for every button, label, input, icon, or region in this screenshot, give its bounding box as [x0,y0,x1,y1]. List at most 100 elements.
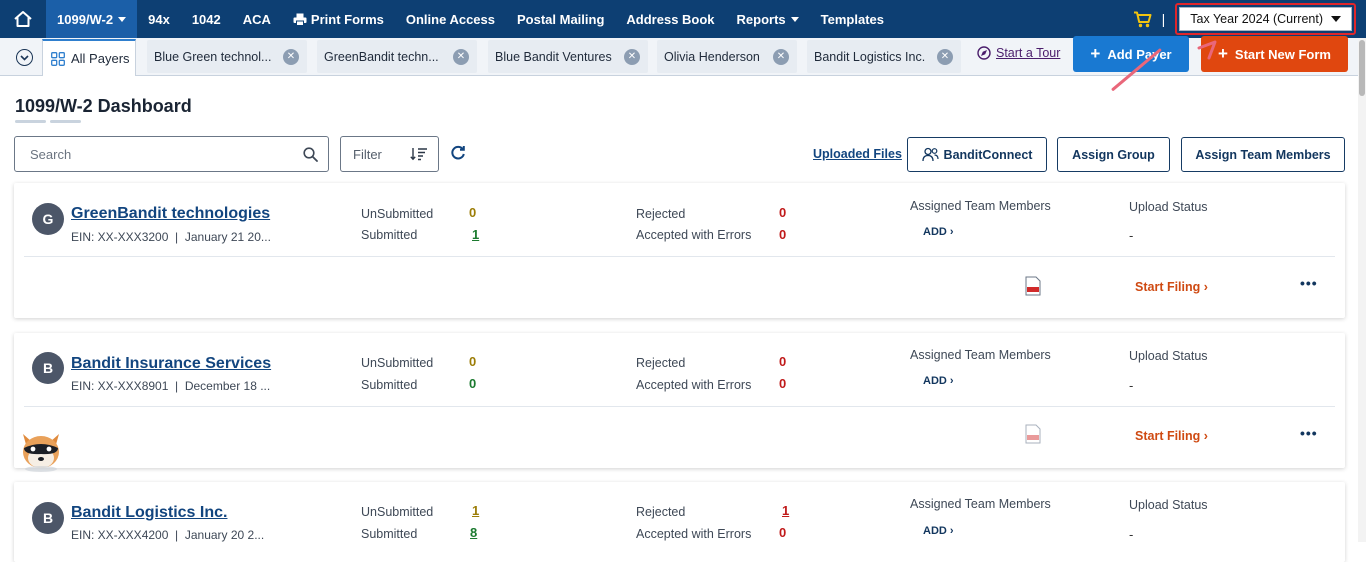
bandit-connect-button[interactable]: BanditConnect [907,137,1047,172]
add-team-member-link[interactable]: ADD › [923,375,954,387]
card-divider [24,406,1335,407]
payer-card: B Bandit Insurance Services EIN: XX-XXX8… [14,333,1345,468]
tax-year-label: Tax Year 2024 (Current) [1190,12,1323,26]
add-team-member-link[interactable]: ADD › [923,226,954,238]
filter-label: Filter [353,146,382,162]
nav-online-access[interactable]: Online Access [395,0,506,38]
home-button[interactable] [0,0,46,38]
refresh-icon[interactable] [450,145,466,161]
submitted-count-link[interactable]: 1 [472,227,479,242]
accepted-errors-label: Accepted with Errors [636,527,752,541]
close-icon[interactable]: ✕ [453,48,469,65]
tab-payer-5[interactable]: Bandit Logistics Inc. ✕ [807,40,961,73]
chevron-down-icon [1331,16,1341,22]
nav-postal-mailing[interactable]: Postal Mailing [506,0,615,38]
nav-1099-w2-label: 1099/W-2 [57,11,114,27]
pdf-icon[interactable] [1025,276,1041,296]
payer-ein: EIN: XX-XXX8901 [71,379,169,393]
scrollbar-thumb[interactable] [1359,40,1365,96]
tour-icon [977,46,991,60]
nav-1099-w2[interactable]: 1099/W-2 [46,0,138,38]
add-label: ADD [923,525,947,537]
rejected-label: Rejected [636,356,686,370]
nav-94x[interactable]: 94x [137,0,181,38]
nav-print-forms-label: Print Forms [310,11,384,27]
assigned-team-members-label: Assigned Team Members [910,497,1051,511]
assigned-team-members-label: Assigned Team Members [910,348,1051,362]
start-new-form-label: Start New Form [1234,46,1331,62]
submitted-count-link[interactable]: 8 [470,525,477,540]
add-team-member-link[interactable]: ADD › [923,525,954,537]
nav-address-book[interactable]: Address Book [615,0,725,38]
accepted-errors-label: Accepted with Errors [636,378,752,392]
start-new-form-button[interactable]: + Start New Form [1201,36,1348,72]
nav-reports-label: Reports [736,11,786,27]
page-scrollbar[interactable] [1358,38,1366,542]
tab-payer-1[interactable]: Blue Green technol... ✕ [147,40,307,73]
search-input[interactable] [30,146,303,162]
nav-separator: | [1161,11,1166,27]
start-filing-link[interactable]: Start Filing › [1135,280,1208,294]
assign-group-button[interactable]: Assign Group [1057,137,1170,172]
upload-status-label: Upload Status [1129,349,1208,363]
rejected-count: 0 [779,354,787,369]
add-payer-button[interactable]: + Add Payer [1073,36,1189,72]
unsubmitted-count-link[interactable]: 1 [472,503,479,518]
tab-payer-label: Blue Green technol... [154,49,272,64]
tab-payer-3[interactable]: Blue Bandit Ventures ✕ [488,40,648,73]
assign-team-members-button[interactable]: Assign Team Members [1181,137,1345,172]
upload-status-value: - [1129,378,1134,393]
nav-templates[interactable]: Templates [810,0,895,38]
payer-card: B Bandit Logistics Inc. EIN: XX-XXX4200 … [14,482,1345,562]
printer-icon [293,13,307,26]
start-tour-link[interactable]: Start a Tour [977,46,1060,60]
team-icon [921,147,939,162]
tab-all-payers[interactable]: All Payers [42,39,136,76]
nav-1042[interactable]: 1042 [181,0,232,38]
mascot-raccoon-icon[interactable] [17,430,65,472]
card-divider [24,256,1335,257]
title-underline [50,120,81,123]
filter-button[interactable]: Filter [340,136,439,172]
accepted-errors-count: 0 [779,525,787,540]
payer-card: G GreenBandit technologies EIN: XX-XXX32… [14,183,1345,318]
search-box [14,136,329,172]
more-icon[interactable]: ••• [1300,425,1318,441]
accepted-errors-count: 0 [779,376,787,391]
payer-date: January 21 20... [184,230,271,244]
unsubmitted-count: 0 [469,205,477,220]
more-icon[interactable]: ••• [1300,275,1318,291]
avatar: B [32,352,64,384]
close-icon[interactable]: ✕ [624,48,640,65]
chevron-down-icon [790,16,799,22]
home-icon [14,11,32,27]
rejected-count-link[interactable]: 1 [782,503,789,518]
sort-icon [410,148,427,161]
payer-name-link[interactable]: Bandit Insurance Services [71,355,271,373]
submitted-label: Submitted [361,228,418,242]
nav-print-forms[interactable]: Print Forms [282,0,395,38]
start-tour-label: Start a Tour [996,46,1061,60]
payer-ein: EIN: XX-XXX3200 [71,230,169,244]
pdf-icon[interactable] [1025,424,1041,444]
nav-reports[interactable]: Reports [726,0,810,38]
close-icon[interactable]: ✕ [283,48,299,65]
tab-payer-4[interactable]: Olivia Henderson ✕ [657,40,797,73]
payer-name-link[interactable]: GreenBandit technologies [71,205,270,223]
start-filing-link[interactable]: Start Filing › [1135,429,1208,443]
uploaded-files-link[interactable]: Uploaded Files [813,147,902,161]
tab-payer-2[interactable]: GreenBandit techn... ✕ [317,40,477,73]
close-icon[interactable]: ✕ [773,48,789,65]
tab-all-payers-label: All Payers [71,51,130,66]
tabs-toggle-button[interactable] [16,49,33,66]
search-icon[interactable] [303,146,318,162]
assigned-team-members-label: Assigned Team Members [910,199,1051,213]
plus-icon: + [1090,44,1101,63]
nav-aca[interactable]: ACA [232,0,282,38]
accepted-errors-count: 0 [779,227,787,242]
payer-name-link[interactable]: Bandit Logistics Inc. [71,504,227,522]
tax-year-select[interactable]: Tax Year 2024 (Current) [1179,7,1352,31]
cart-icon[interactable] [1133,11,1152,28]
start-filing-label: Start Filing [1135,280,1201,294]
close-icon[interactable]: ✕ [937,48,953,65]
